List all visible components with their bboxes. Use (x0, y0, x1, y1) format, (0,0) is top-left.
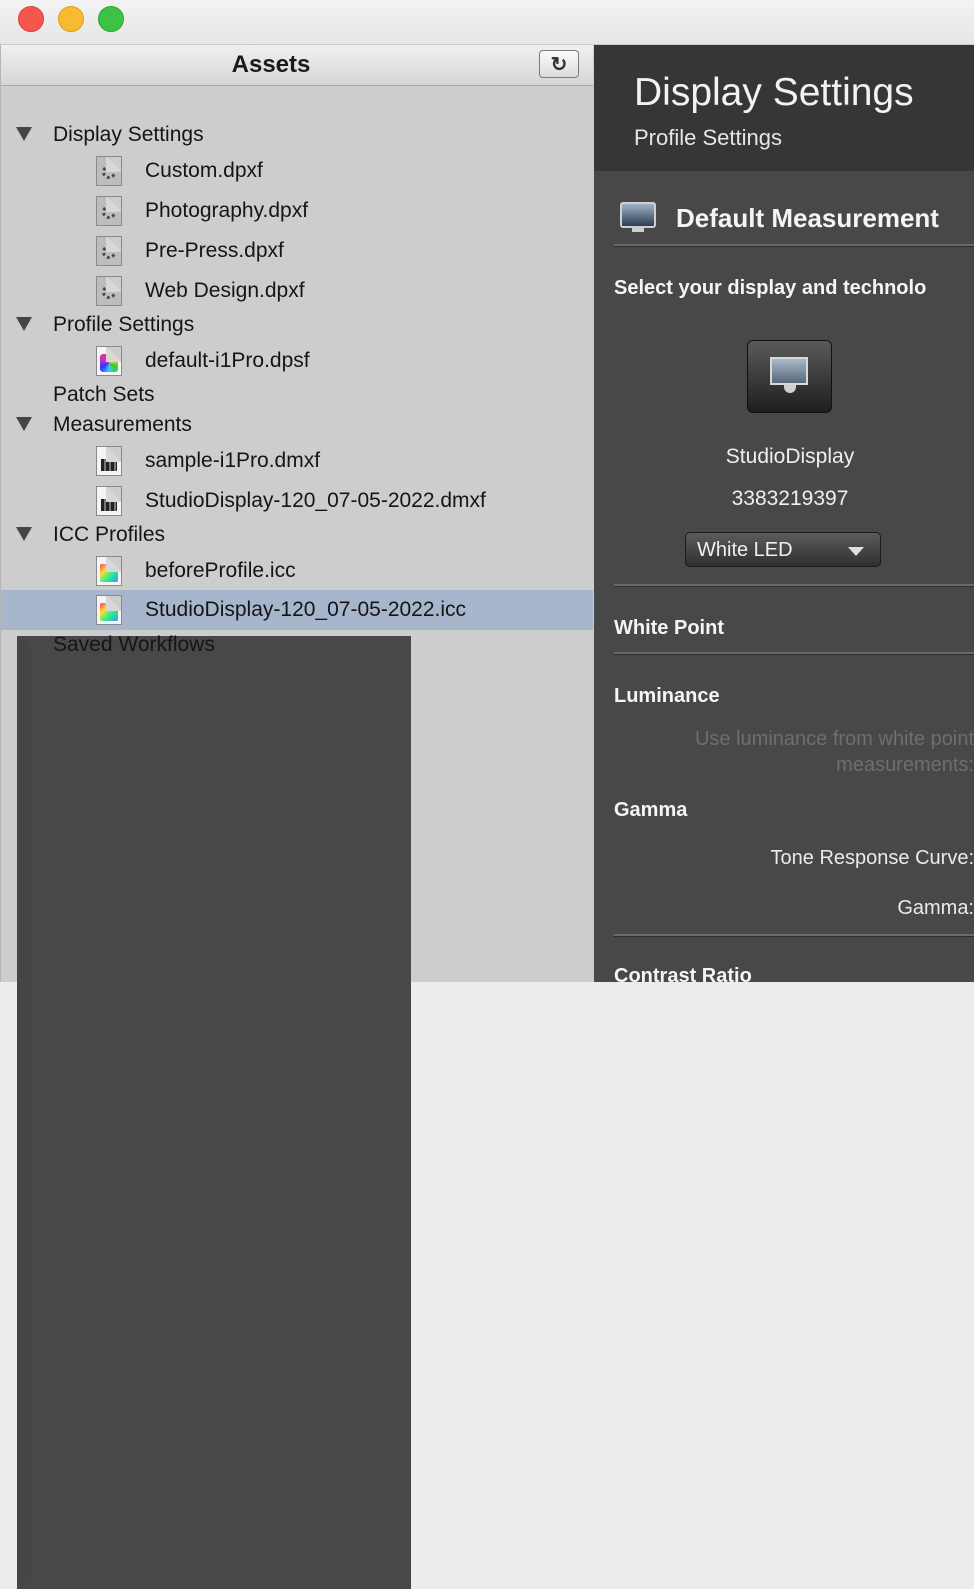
assets-panel: Assets ↻ Display Settings Custom.dpxf Ph… (0, 45, 594, 1589)
disclosure-expanded-icon[interactable] (16, 317, 32, 331)
tree-folder-measurements[interactable]: Measurements (1, 405, 593, 445)
settings-panel: Display Settings Profile Settings Defaul… (594, 45, 974, 982)
gamma-label: Gamma: (897, 897, 974, 919)
tone-response-curve-label: Tone Response Curve: (770, 847, 974, 869)
title-bar (0, 0, 974, 45)
icc-profile-file-icon (96, 556, 122, 586)
tree-folder-icc-profiles[interactable]: ICC Profiles (1, 515, 593, 555)
display-id: 3383219397 (731, 487, 849, 510)
zoom-window-button[interactable] (98, 6, 124, 32)
tree-file-label: StudioDisplay-120_07-05-2022.icc (145, 598, 467, 621)
chevron-down-icon (848, 547, 864, 556)
tree-file-label: Custom.dpxf (145, 159, 263, 182)
gamma-heading[interactable]: Gamma (614, 799, 687, 822)
tree-file-label: StudioDisplay-120_07-05-2022.dmxf (145, 489, 486, 512)
tree-file-row[interactable]: beforeProfile.icc (1, 551, 593, 591)
close-window-button[interactable] (18, 6, 44, 32)
tree-file-row[interactable]: Custom.dpxf (1, 151, 593, 191)
display-settings-file-icon (96, 156, 122, 186)
select-display-prompt: Select your display and technolo (614, 277, 927, 299)
tree-folder-label: Profile Settings (53, 313, 195, 336)
monitor-stand (784, 385, 796, 393)
disclosure-collapsed-icon[interactable] (17, 636, 411, 1589)
refresh-button[interactable]: ↻ (539, 50, 579, 78)
display-measurement-icon (620, 202, 656, 232)
tree-folder-display-settings[interactable]: Display Settings (1, 115, 593, 155)
tree-file-label: beforeProfile.icc (145, 559, 296, 582)
luminance-hint: Use luminance from white point (694, 728, 974, 750)
assets-header: Assets ↻ (1, 45, 593, 86)
display-select-button[interactable] (747, 340, 832, 413)
section-divider (614, 934, 974, 937)
tree-file-label: Web Design.dpxf (145, 279, 305, 302)
tree-file-label: Photography.dpxf (145, 199, 309, 222)
technology-select[interactable]: White LED (685, 532, 881, 567)
tree-file-row[interactable]: Photography.dpxf (1, 191, 593, 231)
assets-title: Assets (231, 51, 311, 78)
settings-title: Display Settings (634, 71, 914, 114)
tree-folder-profile-settings[interactable]: Profile Settings (1, 305, 593, 345)
tree-file-row-selected[interactable]: StudioDisplay-120_07-05-2022.icc (1, 590, 593, 630)
section-divider (614, 652, 974, 655)
tree-file-row[interactable]: sample-i1Pro.dmxf (1, 441, 593, 481)
disclosure-expanded-icon[interactable] (16, 417, 32, 431)
settings-header: Display Settings Profile Settings (594, 45, 974, 171)
icc-profile-file-icon (96, 595, 122, 625)
disclosure-expanded-icon[interactable] (16, 527, 32, 541)
disclosure-expanded-icon[interactable] (16, 127, 32, 141)
monitor-icon (770, 357, 808, 385)
display-settings-file-icon (96, 236, 122, 266)
white-point-heading[interactable]: White Point (614, 617, 724, 640)
technology-select-value: White LED (697, 539, 793, 561)
tree-folder-label: Saved Workflows (53, 633, 215, 656)
display-name: StudioDisplay (725, 445, 855, 468)
tree-folder-label: ICC Profiles (53, 523, 166, 546)
luminance-hint: measurements: (836, 754, 974, 776)
tree-file-label: default-i1Pro.dpsf (145, 349, 310, 372)
measurement-section-title: Default Measurement (676, 203, 939, 233)
display-settings-file-icon (96, 196, 122, 226)
measurement-file-icon (96, 486, 122, 516)
refresh-icon: ↻ (550, 54, 568, 76)
tree-file-label: Pre-Press.dpxf (145, 239, 284, 262)
section-divider (614, 244, 974, 247)
tree-folder-label: Display Settings (53, 123, 204, 146)
luminance-heading[interactable]: Luminance (614, 685, 720, 708)
contrast-ratio-heading[interactable]: Contrast Ratio (614, 965, 752, 982)
measurement-file-icon (96, 446, 122, 476)
tree-file-row[interactable]: Pre-Press.dpxf (1, 231, 593, 271)
minimize-window-button[interactable] (58, 6, 84, 32)
tree-folder-label: Patch Sets (53, 383, 155, 406)
profile-settings-file-icon (96, 346, 122, 376)
tree-folder-label: Measurements (53, 413, 192, 436)
section-divider (614, 584, 974, 587)
tree-file-label: sample-i1Pro.dmxf (145, 449, 321, 472)
display-settings-file-icon (96, 276, 122, 306)
settings-subtitle: Profile Settings (634, 125, 782, 150)
tree-folder-saved-workflows[interactable]: Saved Workflows (1, 625, 593, 1589)
